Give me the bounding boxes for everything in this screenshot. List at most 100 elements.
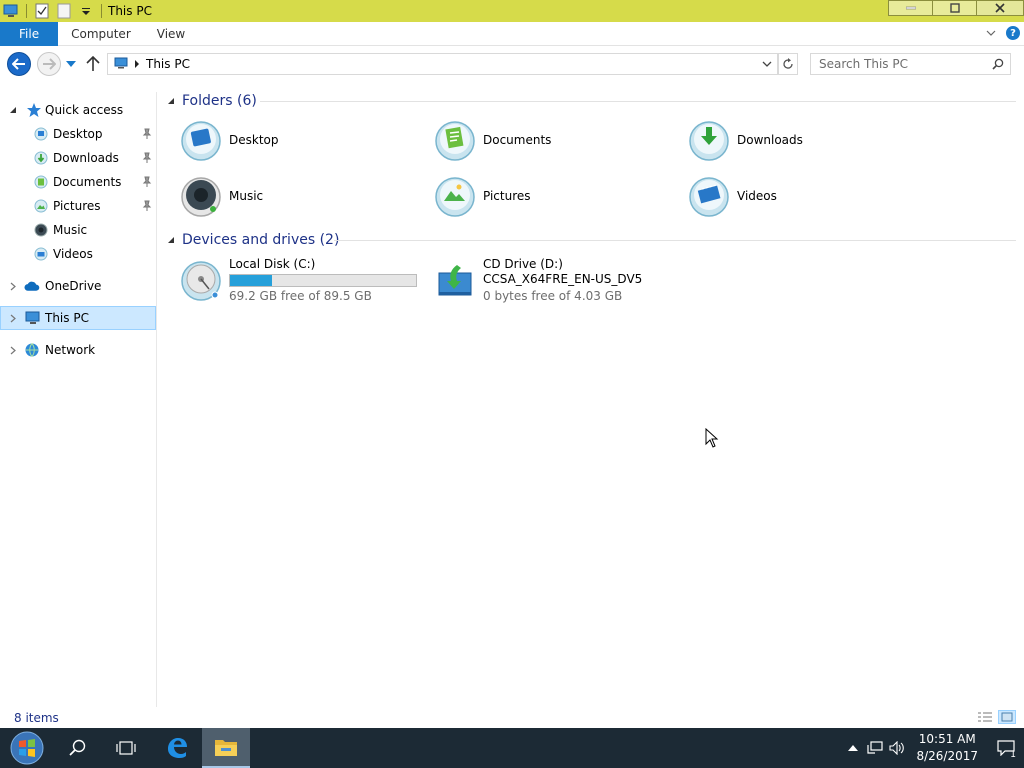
- search-box[interactable]: [810, 53, 1011, 75]
- details-view-button[interactable]: [976, 710, 994, 724]
- system-tray: 10:51 AM 8/26/2017 1: [842, 728, 1024, 768]
- new-folder-icon[interactable]: [55, 2, 73, 20]
- notification-count-badge: 1: [1010, 750, 1016, 760]
- ribbon-tabs: File Computer View ?: [0, 21, 1024, 46]
- nav-item-pictures[interactable]: Pictures: [0, 194, 156, 218]
- group-collapse-chevron-icon[interactable]: [166, 96, 176, 106]
- item-count: 8 items: [14, 710, 59, 725]
- expanded-chevron-icon[interactable]: [9, 105, 17, 115]
- forward-button[interactable]: [37, 52, 61, 76]
- network-status-icon[interactable]: [864, 728, 886, 768]
- group-collapse-chevron-icon[interactable]: [166, 235, 176, 245]
- computer-icon: [25, 310, 41, 326]
- tab-file[interactable]: File: [0, 21, 59, 46]
- back-button[interactable]: [7, 52, 31, 76]
- downloads-folder-icon: [687, 118, 731, 162]
- folders-group-header[interactable]: Folders (6): [166, 92, 257, 110]
- task-view-icon: [116, 741, 136, 755]
- folder-label: Downloads: [737, 133, 803, 147]
- close-button[interactable]: [976, 0, 1024, 16]
- title-bar: This PC: [0, 0, 1024, 22]
- refresh-button[interactable]: [778, 53, 798, 75]
- folders-group-title: Folders (6): [182, 93, 257, 109]
- action-center-button[interactable]: 1: [988, 728, 1024, 768]
- taskbar-clock[interactable]: 10:51 AM 8/26/2017: [908, 731, 988, 765]
- start-button[interactable]: [3, 728, 51, 768]
- nav-item-documents[interactable]: Documents: [0, 170, 156, 194]
- mouse-cursor-icon: [705, 428, 719, 448]
- clock-date: 8/26/2017: [916, 749, 978, 763]
- nav-item-music[interactable]: Music: [0, 218, 156, 242]
- collapsed-chevron-icon[interactable]: [9, 281, 17, 291]
- drive-name: CD Drive (D:): [483, 257, 563, 271]
- pin-icon[interactable]: [142, 176, 152, 188]
- pin-icon[interactable]: [142, 152, 152, 164]
- nav-item-downloads[interactable]: Downloads: [0, 146, 156, 170]
- status-bar: 8 items: [0, 707, 1024, 728]
- folder-label: Videos: [737, 189, 777, 203]
- folder-tile-documents[interactable]: Documents: [433, 116, 551, 164]
- help-button[interactable]: ?: [1006, 26, 1020, 40]
- folder-tile-desktop[interactable]: Desktop: [179, 116, 279, 164]
- nav-quick-access[interactable]: Quick access: [0, 98, 156, 122]
- search-icon: [992, 58, 1004, 70]
- customize-toolbar-chevron-down-icon[interactable]: [77, 2, 95, 20]
- up-button[interactable]: [85, 55, 101, 73]
- music-folder-icon: [179, 174, 223, 218]
- search-taskbar-button[interactable]: [54, 728, 102, 768]
- address-history-chevron-down-icon[interactable]: [761, 58, 773, 70]
- collapsed-chevron-icon[interactable]: [9, 313, 17, 323]
- search-input[interactable]: [819, 57, 979, 71]
- collapsed-chevron-icon[interactable]: [9, 345, 17, 355]
- task-view-button[interactable]: [102, 728, 150, 768]
- drives-group-header[interactable]: Devices and drives (2): [166, 231, 339, 249]
- nav-this-pc[interactable]: This PC: [0, 306, 156, 330]
- this-pc-window-icon[interactable]: [2, 2, 20, 20]
- volume-icon[interactable]: [886, 728, 908, 768]
- minimize-button[interactable]: [888, 0, 933, 16]
- nav-label-onedrive: OneDrive: [45, 279, 102, 293]
- nav-item-videos[interactable]: Videos: [0, 242, 156, 266]
- expand-ribbon-chevron-down-icon[interactable]: [986, 26, 996, 40]
- nav-label: Desktop: [53, 127, 103, 141]
- nav-label-network: Network: [45, 343, 96, 357]
- downloads-folder-icon: [33, 150, 49, 166]
- folder-tile-videos[interactable]: Videos: [687, 172, 777, 220]
- folder-tile-pictures[interactable]: Pictures: [433, 172, 531, 220]
- edge-browser-icon: [168, 738, 187, 758]
- clock-time: 10:51 AM: [918, 732, 976, 746]
- pictures-folder-icon: [433, 174, 477, 218]
- network-globe-icon: [24, 342, 40, 358]
- drive-usage-fill: [230, 275, 273, 286]
- nav-network[interactable]: Network: [0, 338, 156, 362]
- recent-locations-chevron-down-icon[interactable]: [66, 59, 76, 69]
- file-explorer-taskbar-button[interactable]: [202, 728, 250, 768]
- desktop-folder-icon: [33, 126, 49, 142]
- nav-label: Downloads: [53, 151, 119, 165]
- tab-computer[interactable]: Computer: [58, 22, 144, 46]
- address-bar[interactable]: This PC: [107, 53, 778, 75]
- folder-tile-music[interactable]: Music: [179, 172, 263, 220]
- drive-tile-d[interactable]: CD Drive (D:) CCSA_X64FRE_EN-US_DV5 0 by…: [433, 257, 642, 305]
- arrow-left-icon: [12, 58, 25, 70]
- nav-item-desktop[interactable]: Desktop: [0, 122, 156, 146]
- large-icons-view-button[interactable]: [998, 710, 1016, 724]
- windows-logo-icon: [10, 731, 44, 765]
- drive-free-space: 69.2 GB free of 89.5 GB: [229, 289, 372, 303]
- folder-label: Desktop: [229, 133, 279, 147]
- breadcrumb-separator-icon[interactable]: [134, 57, 140, 71]
- pin-icon[interactable]: [142, 200, 152, 212]
- properties-icon[interactable]: [33, 2, 51, 20]
- drive-tile-c[interactable]: Local Disk (C:) 69.2 GB free of 89.5 GB: [179, 257, 417, 305]
- cloud-icon: [24, 278, 40, 294]
- nav-label: Videos: [53, 247, 93, 261]
- tab-view[interactable]: View: [144, 22, 198, 46]
- nav-onedrive[interactable]: OneDrive: [0, 274, 156, 298]
- edge-taskbar-button[interactable]: [153, 728, 201, 768]
- maximize-button[interactable]: [932, 0, 977, 16]
- show-hidden-icons-chevron-up-icon[interactable]: [842, 728, 864, 768]
- pin-icon[interactable]: [142, 128, 152, 140]
- hard-disk-icon: [179, 257, 223, 305]
- breadcrumb[interactable]: This PC: [146, 57, 190, 71]
- folder-tile-downloads[interactable]: Downloads: [687, 116, 803, 164]
